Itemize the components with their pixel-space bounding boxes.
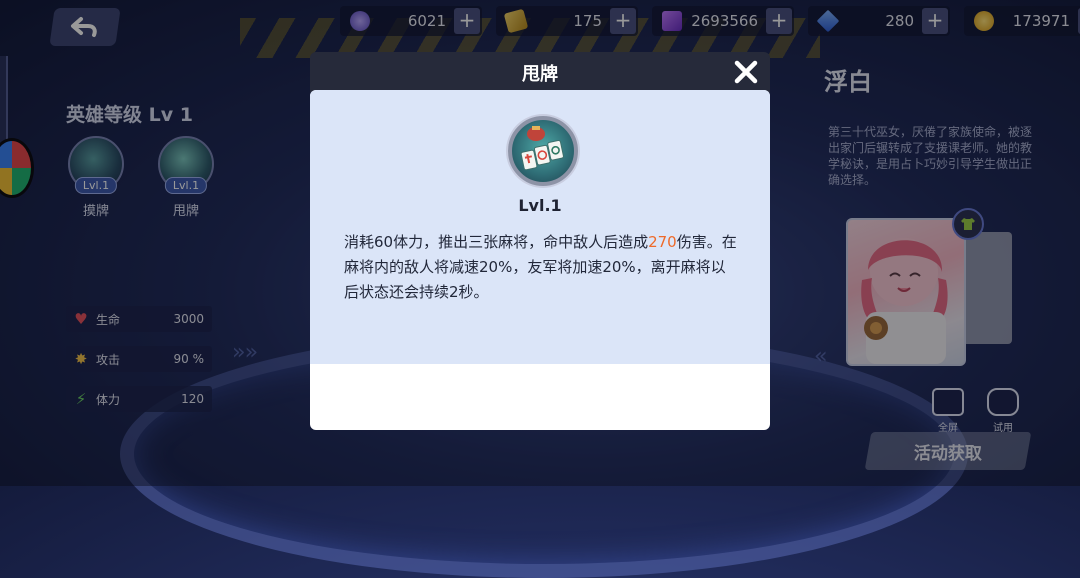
damage-value: 270 <box>648 233 677 251</box>
dialog-header: 甩牌 <box>310 52 770 92</box>
skill-description: 消耗60体力，推出三张麻将，命中敌人后造成270伤害。在麻将内的敌人将减速20%… <box>344 230 740 305</box>
close-button[interactable] <box>732 58 760 86</box>
dialog-body: Lvl.1 消耗60体力，推出三张麻将，命中敌人后造成270伤害。在麻将内的敌人… <box>310 90 770 430</box>
desc-text: 消耗60体力，推出三张麻将，命中敌人后造成 <box>344 233 649 251</box>
dialog-title: 甩牌 <box>522 64 558 85</box>
mahjong-skill-icon <box>508 116 578 186</box>
close-icon <box>734 60 758 84</box>
mahjong-tiles-art <box>520 126 564 171</box>
dialog-content-area: Lvl.1 消耗60体力，推出三张麻将，命中敌人后造成270伤害。在麻将内的敌人… <box>310 90 770 364</box>
skill-level: Lvl.1 <box>518 196 562 215</box>
